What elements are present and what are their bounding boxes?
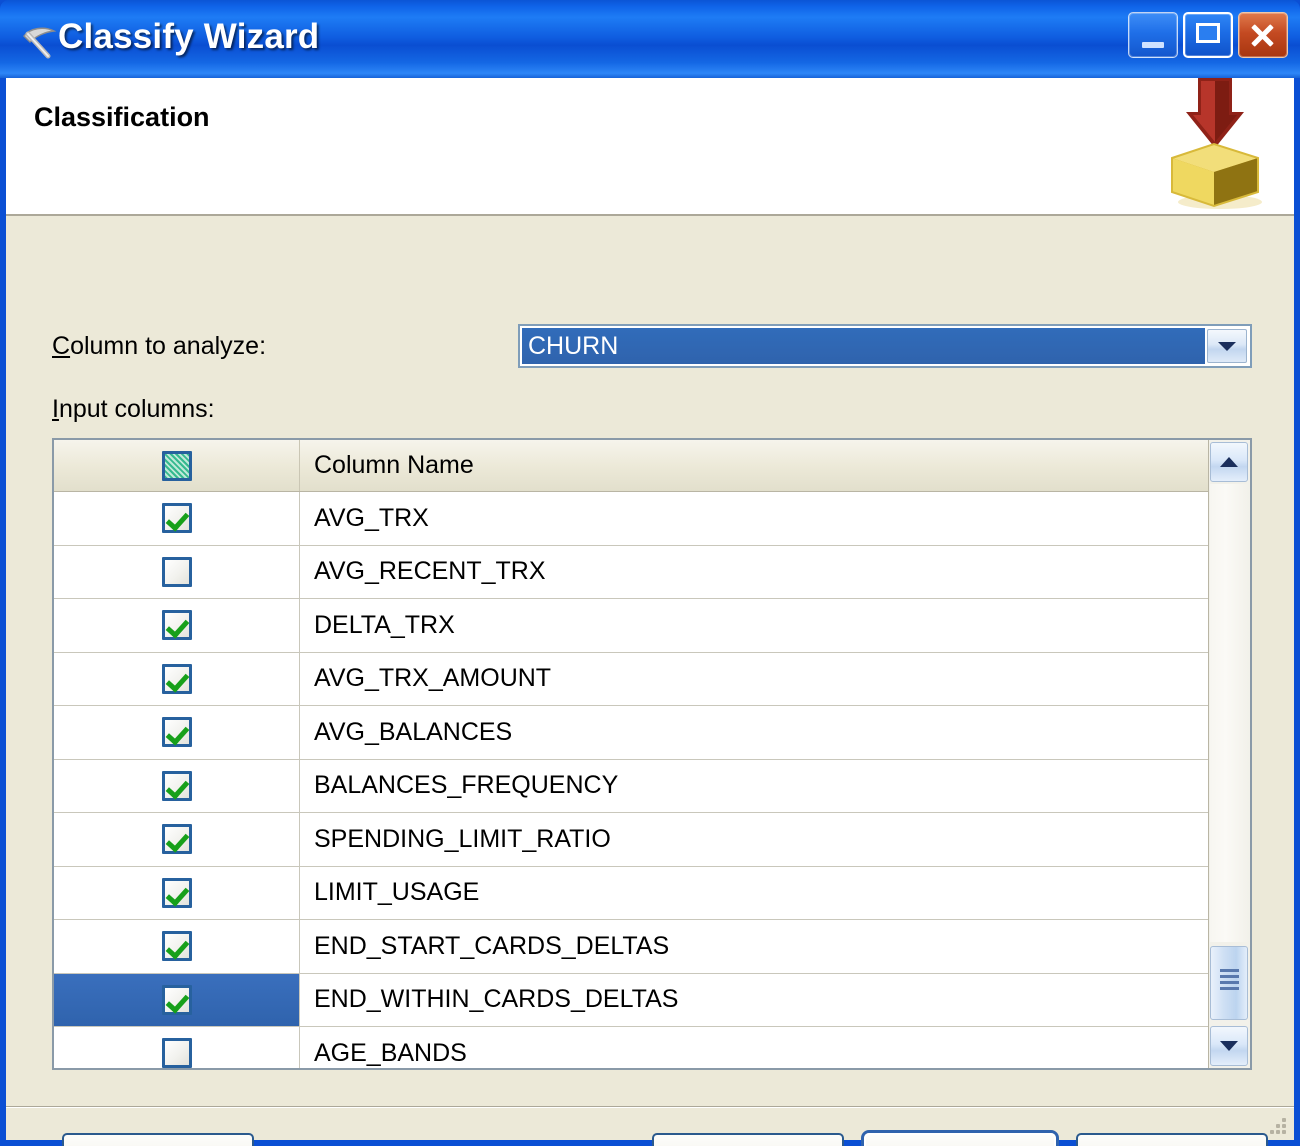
column-name-cell[interactable]: AVG_TRX_AMOUNT — [300, 652, 1250, 705]
classify-wizard-window: Classify Wizard Classification Column to… — [0, 0, 1300, 1146]
table-row[interactable]: AVG_TRX_AMOUNT — [54, 652, 1250, 706]
row-checkbox-cell[interactable] — [54, 1027, 300, 1068]
column-to-analyze-label: Column to analyze: — [52, 332, 266, 361]
row-checkbox-cell[interactable] — [54, 973, 300, 1026]
table-row[interactable]: END_WITHIN_CARDS_DELTAS — [54, 973, 1250, 1027]
window-title: Classify Wizard — [58, 17, 320, 56]
row-checkbox[interactable] — [161, 503, 192, 534]
chevron-down-icon — [1218, 342, 1236, 351]
row-checkbox[interactable] — [161, 1038, 192, 1068]
list-header-row: Column Name — [54, 440, 1250, 492]
row-checkbox[interactable] — [161, 984, 192, 1015]
list-rows: AVG_TRX AVG_RECENT_TRX DELTA_TRX AVG_TRX_AM… — [54, 492, 1250, 1068]
cancel-button[interactable]: Cancel — [1076, 1133, 1268, 1146]
select-all-checkbox[interactable] — [161, 450, 192, 481]
minimize-icon — [1142, 42, 1164, 48]
row-checkbox[interactable] — [161, 770, 192, 801]
column-name-cell[interactable]: END_START_CARDS_DELTAS — [300, 920, 1250, 973]
table-row[interactable]: AVG_RECENT_TRX — [54, 545, 1250, 599]
row-checkbox[interactable] — [161, 877, 192, 908]
close-button[interactable] — [1238, 12, 1288, 58]
table-row[interactable]: END_START_CARDS_DELTAS — [54, 920, 1250, 974]
select-all-cell[interactable] — [54, 440, 300, 491]
table-row[interactable]: DELTA_TRX — [54, 599, 1250, 653]
column-to-analyze-value: CHURN — [522, 328, 1205, 364]
row-checkbox[interactable] — [161, 717, 192, 748]
row-checkbox[interactable] — [161, 931, 192, 962]
label-rest: nput columns: — [58, 395, 215, 423]
table-row[interactable]: AVG_TRX — [54, 492, 1250, 546]
next-button[interactable]: Next > — [864, 1133, 1056, 1146]
scroll-up-button[interactable] — [1210, 442, 1248, 482]
column-name-cell[interactable]: AVG_BALANCES — [300, 706, 1250, 759]
title-bar: Classify Wizard — [0, 0, 1300, 78]
minimize-button[interactable] — [1128, 12, 1178, 58]
scroll-down-icon — [1220, 1041, 1238, 1051]
row-checkbox-cell[interactable] — [54, 652, 300, 705]
button-bar-divider — [6, 1106, 1294, 1108]
column-name-cell[interactable]: SPENDING_LIMIT_RATIO — [300, 813, 1250, 866]
table-row[interactable]: SPENDING_LIMIT_RATIO — [54, 813, 1250, 867]
wizard-header: Classification — [6, 78, 1294, 216]
wizard-content: Column to analyze: CHURN Input columns: … — [6, 216, 1294, 1106]
maximize-icon — [1196, 23, 1220, 43]
dialog-client-area: Classification Column to analyze: CHURN … — [6, 78, 1294, 1146]
list-vertical-scrollbar[interactable] — [1208, 440, 1250, 1068]
row-checkbox[interactable] — [161, 824, 192, 855]
accel-letter: I — [52, 395, 59, 423]
input-columns-label: Input columns: — [52, 395, 215, 424]
column-name-cell[interactable]: END_WITHIN_CARDS_DELTAS — [300, 973, 1250, 1026]
table-row[interactable]: BALANCES_FREQUENCY — [54, 759, 1250, 813]
column-to-analyze-dropdown[interactable]: CHURN — [518, 324, 1252, 368]
row-checkbox-cell[interactable] — [54, 492, 300, 545]
table-row[interactable]: LIMIT_USAGE — [54, 866, 1250, 920]
row-checkbox-cell[interactable] — [54, 599, 300, 652]
label-rest: olumn to analyze: — [70, 332, 267, 360]
row-checkbox[interactable] — [161, 610, 192, 641]
column-name-cell[interactable]: AVG_TRX — [300, 492, 1250, 545]
red-arrow-into-yellow-cube-icon — [1140, 78, 1290, 214]
scroll-track[interactable] — [1210, 484, 1249, 942]
scroll-thumb-grip-icon — [1220, 969, 1239, 991]
table-row[interactable]: AGE_BANDS — [54, 1027, 1250, 1068]
column-name-header[interactable]: Column Name — [300, 440, 1250, 491]
scroll-down-button[interactable] — [1210, 1026, 1248, 1066]
row-checkbox[interactable] — [161, 556, 192, 587]
row-checkbox-cell[interactable] — [54, 813, 300, 866]
scroll-thumb[interactable] — [1210, 946, 1248, 1020]
row-checkbox-cell[interactable] — [54, 706, 300, 759]
row-checkbox-cell[interactable] — [54, 759, 300, 812]
resize-grip-icon[interactable] — [1264, 1112, 1286, 1134]
column-name-cell[interactable]: LIMIT_USAGE — [300, 866, 1250, 919]
dropdown-toggle-button[interactable] — [1207, 329, 1247, 363]
row-checkbox-cell[interactable] — [54, 920, 300, 973]
scroll-up-icon — [1220, 457, 1238, 467]
back-button[interactable]: < Back — [652, 1133, 844, 1146]
maximize-button[interactable] — [1183, 12, 1233, 58]
column-name-cell[interactable]: BALANCES_FREQUENCY — [300, 759, 1250, 812]
row-checkbox[interactable] — [161, 663, 192, 694]
column-name-cell[interactable]: AVG_RECENT_TRX — [300, 545, 1250, 598]
page-title: Classification — [34, 102, 210, 132]
parameters-button[interactable]: Parameters... — [62, 1133, 254, 1146]
column-name-cell[interactable]: DELTA_TRX — [300, 599, 1250, 652]
table-row[interactable]: AVG_BALANCES — [54, 706, 1250, 760]
row-checkbox-cell[interactable] — [54, 545, 300, 598]
window-controls — [1128, 12, 1288, 58]
input-columns-list[interactable]: Column Name AVG_TRX AVG_RECENT_TRX DELTA_T… — [52, 438, 1252, 1070]
column-name-cell[interactable]: AGE_BANDS — [300, 1027, 1250, 1068]
pickaxe-icon — [14, 16, 64, 66]
row-checkbox-cell[interactable] — [54, 866, 300, 919]
accel-letter: C — [52, 332, 71, 360]
close-icon — [1239, 13, 1287, 57]
